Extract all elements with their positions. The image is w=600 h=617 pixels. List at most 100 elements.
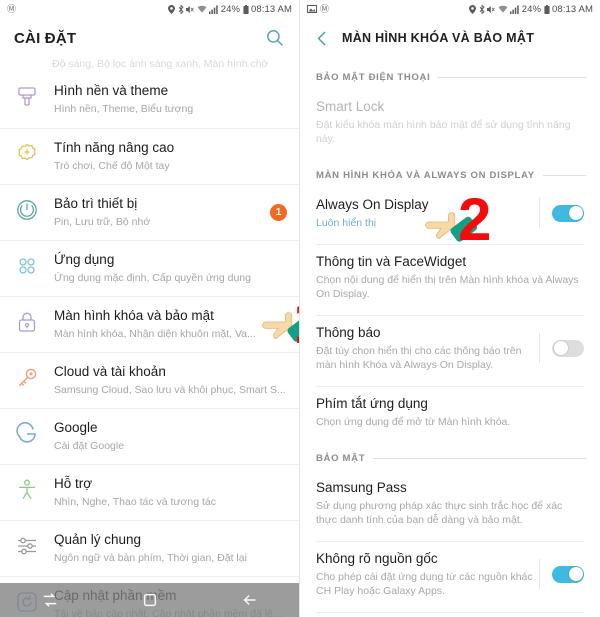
setting-subtitle: Luôn hiển thị bbox=[316, 217, 377, 229]
lockscreen-security-panel: Ⓜ 24% 08:13 AM MÀN HÌNH KHÓA VÀ BẢO MẬT … bbox=[300, 0, 600, 617]
list-item-subtitle: Nhìn, Nghe, Thao tác và tương tác bbox=[54, 496, 216, 508]
list-item-subtitle: Pin, Lưu trữ, Bộ nhớ bbox=[54, 216, 151, 228]
setting-row-app-shortcuts[interactable]: Phím tắt ứng dụng Chọn ứng dụng để mở từ… bbox=[300, 387, 600, 439]
setting-row-facewidget[interactable]: Thông tin và FaceWidget Chọn nội dung để… bbox=[300, 245, 600, 311]
notifications-toggle[interactable] bbox=[552, 339, 584, 357]
list-item[interactable]: Quản lý chung Ngôn ngữ và bàn phím, Thời… bbox=[0, 520, 299, 576]
unknown-sources-toggle[interactable] bbox=[552, 565, 584, 583]
list-item[interactable]: Ứng dụng Ứng dụng mặc định, Cấp quyền ứn… bbox=[0, 240, 299, 296]
settings-list: Hình nền và theme Hình nền, Theme, Biểu … bbox=[0, 72, 299, 617]
list-item[interactable]: Google Cài đặt Google bbox=[0, 408, 299, 464]
list-item-text: Tính năng nâng cao Trò chơi, Chế độ Một … bbox=[54, 138, 287, 173]
clock-time: 08:13 AM bbox=[251, 3, 292, 15]
key-icon bbox=[18, 368, 37, 387]
wifi-icon bbox=[498, 5, 508, 13]
toggle-container bbox=[539, 559, 584, 589]
search-icon[interactable] bbox=[265, 28, 285, 48]
setting-subtitle: Chọn ứng dụng để mở từ Màn hình khóa. bbox=[316, 416, 511, 428]
signal-icon bbox=[510, 4, 519, 14]
circle-a-icon: Ⓜ bbox=[320, 3, 330, 14]
setting-row-text: Thông báo Đặt tùy chọn hiển thị cho các … bbox=[316, 324, 533, 372]
paintbrush-icon bbox=[18, 87, 36, 106]
list-item-text: Ứng dụng Ứng dụng mặc định, Cấp quyền ứn… bbox=[54, 250, 287, 285]
battery-percent: 24% bbox=[220, 3, 241, 15]
google-g-icon bbox=[16, 422, 36, 443]
settings-title-bar: CÀI ĐẶT bbox=[0, 18, 299, 58]
list-item-title: Tính năng nâng cao bbox=[54, 140, 175, 155]
setting-row-smart-lock[interactable]: Smart Lock Đặt kiểu khóa màn hình bảo mậ… bbox=[300, 90, 600, 156]
mute-icon bbox=[186, 5, 194, 13]
setting-title: Smart Lock bbox=[316, 99, 385, 114]
setting-row-text: Samsung Pass Sử dụng phương pháp xác thự… bbox=[316, 479, 584, 527]
battery-icon bbox=[543, 4, 550, 14]
list-item-text: Hình nền và theme Hình nền, Theme, Biểu … bbox=[54, 81, 287, 116]
list-item[interactable]: Hỗ trợ Nhìn, Nghe, Thao tác và tương tác bbox=[0, 464, 299, 520]
setting-row-always-on-display[interactable]: Always On Display Luôn hiển thị bbox=[300, 188, 600, 240]
list-item-title: Màn hình khóa và bảo mật bbox=[54, 308, 214, 323]
setting-subtitle: Đặt tùy chọn hiển thị cho các thông báo … bbox=[316, 345, 522, 371]
list-item[interactable]: Hình nền và theme Hình nền, Theme, Biểu … bbox=[0, 72, 299, 128]
section-header-label: MÀN HÌNH KHÓA VÀ ALWAYS ON DISPLAY bbox=[316, 170, 535, 181]
back-chevron-icon[interactable] bbox=[314, 30, 331, 47]
accessibility-icon bbox=[19, 479, 35, 500]
toggle-knob bbox=[553, 341, 568, 355]
list-item-text: Google Cài đặt Google bbox=[54, 418, 287, 453]
bluetooth-icon bbox=[479, 4, 485, 14]
back-arrow-icon[interactable] bbox=[241, 591, 259, 609]
bluetooth-icon bbox=[178, 4, 184, 14]
list-item-text: Cloud và tài khoản Samsung Cloud, Sao lư… bbox=[54, 362, 287, 397]
setting-subtitle: Sử dụng phương pháp xác thực sinh trắc h… bbox=[316, 500, 563, 526]
setting-subtitle: Chọn nội dung để hiển thị trên Màn hình … bbox=[316, 274, 579, 300]
list-item-subtitle: Ứng dụng mặc định, Cấp quyền ứng dụng bbox=[54, 272, 251, 284]
setting-title: Không rõ nguồn gốc bbox=[316, 551, 438, 566]
toggle-knob bbox=[568, 567, 583, 581]
step-marker-1: 1 bbox=[293, 292, 299, 354]
recents-icon[interactable] bbox=[41, 591, 59, 609]
list-item-text: Màn hình khóa và bảo mật Màn hình khóa, … bbox=[54, 306, 287, 341]
clock-time: 08:13 AM bbox=[552, 3, 593, 15]
home-icon[interactable] bbox=[141, 591, 159, 609]
list-item-subtitle: Samsung Cloud, Sao lưu và khôi phục, Sma… bbox=[54, 384, 286, 396]
setting-row-text: Always On Display Luôn hiển thị bbox=[316, 196, 533, 230]
setting-row-text: Phím tắt ứng dụng Chọn ứng dụng để mở từ… bbox=[316, 395, 584, 429]
setting-row-other-security[interactable]: Cài đặt bảo mật khác Thay đổi các cài đặ… bbox=[300, 613, 600, 617]
settings-panel: Ⓜ 24% 08:13 AM CÀI ĐẶT Độ sáng, Bộ lọc á… bbox=[0, 0, 300, 617]
list-item-subtitle: Trò chơi, Chế độ Một tay bbox=[54, 160, 170, 172]
list-item-title: Bảo trì thiết bị bbox=[54, 196, 138, 211]
list-item-subtitle: Ngôn ngữ và bàn phím, Thời gian, Đặt lại bbox=[54, 552, 247, 564]
android-nav-bar bbox=[0, 583, 299, 617]
list-item[interactable]: Bảo trì thiết bị Pin, Lưu trữ, Bộ nhớ 1 bbox=[0, 184, 299, 240]
section-header-label: BẢO MẬT bbox=[316, 453, 366, 464]
list-item-title: Hỗ trợ bbox=[54, 476, 93, 491]
list-item-title: Cloud và tài khoản bbox=[54, 364, 166, 379]
setting-title: Thông tin và FaceWidget bbox=[316, 254, 467, 269]
page-title: CÀI ĐẶT bbox=[14, 29, 77, 47]
list-item-text: Quản lý chung Ngôn ngữ và bàn phím, Thời… bbox=[54, 530, 287, 565]
list-item-title: Quản lý chung bbox=[54, 532, 142, 547]
list-item-title: Ứng dụng bbox=[54, 252, 115, 267]
battery-percent: 24% bbox=[521, 3, 542, 15]
lock-icon bbox=[18, 312, 36, 332]
list-item[interactable]: Cloud và tài khoản Samsung Cloud, Sao lư… bbox=[0, 352, 299, 408]
always-on-display-toggle[interactable] bbox=[552, 204, 584, 222]
section-divider bbox=[438, 77, 586, 78]
status-left-icons: Ⓜ bbox=[7, 4, 168, 14]
list-item[interactable]: Tính năng nâng cao Trò chơi, Chế độ Một … bbox=[0, 128, 299, 184]
mute-icon bbox=[487, 5, 495, 13]
list-item-lockscreen-security[interactable]: Màn hình khóa và bảo mật Màn hình khóa, … bbox=[0, 296, 299, 352]
section-divider bbox=[373, 458, 586, 459]
list-item-title: Hình nền và theme bbox=[54, 83, 169, 98]
setting-row-text: Không rõ nguồn gốc Cho phép cài đặt ứng … bbox=[316, 550, 533, 598]
section-divider bbox=[542, 175, 586, 176]
maintenance-circle-icon bbox=[17, 200, 37, 220]
list-item-subtitle: Cài đặt Google bbox=[54, 440, 125, 452]
setting-row-text: Smart Lock Đặt kiểu khóa màn hình bảo mậ… bbox=[316, 98, 584, 146]
section-header: BẢO MẬT ĐIỆN THOẠI bbox=[300, 58, 600, 90]
status-left-icons: Ⓜ bbox=[307, 3, 469, 14]
setting-title: Thông báo bbox=[316, 325, 381, 340]
status-bar-left: Ⓜ 24% 08:13 AM bbox=[0, 0, 299, 18]
setting-row-notifications[interactable]: Thông báo Đặt tùy chọn hiển thị cho các … bbox=[300, 316, 600, 382]
setting-title: Samsung Pass bbox=[316, 480, 407, 495]
setting-row-unknown-sources[interactable]: Không rõ nguồn gốc Cho phép cài đặt ứng … bbox=[300, 542, 600, 608]
setting-row-samsung-pass[interactable]: Samsung Pass Sử dụng phương pháp xác thự… bbox=[300, 471, 600, 537]
